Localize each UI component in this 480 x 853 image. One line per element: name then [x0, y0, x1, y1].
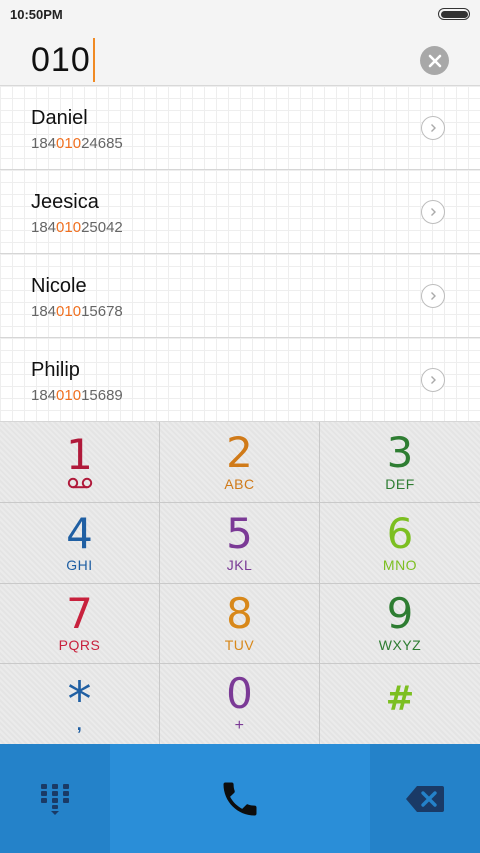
contact-number: 18401015678: [31, 303, 123, 320]
key-2[interactable]: 2 ABC: [160, 422, 320, 503]
dial-input-bar: 010: [0, 28, 480, 86]
key-9[interactable]: 9 WXYZ: [320, 584, 480, 664]
key-digit: 7: [66, 589, 93, 638]
call-button[interactable]: [110, 744, 370, 853]
dialer-action-bar: [0, 744, 480, 853]
key-letters: TUV: [224, 637, 255, 653]
key-4[interactable]: 4 GHI: [0, 503, 160, 584]
contact-detail-button[interactable]: [421, 200, 445, 224]
key-digit: 8: [226, 589, 253, 638]
toggle-dialpad-button[interactable]: [0, 744, 110, 853]
contact-detail-button[interactable]: [421, 116, 445, 140]
key-digit: 0: [226, 668, 253, 718]
key-letters: WXYZ: [378, 637, 422, 653]
key-letters: GHI: [66, 556, 93, 573]
key-hash[interactable]: #: [320, 664, 480, 744]
key-letters: ABC: [224, 475, 255, 492]
contact-row[interactable]: Jeesica 18401025042: [0, 170, 480, 254]
key-1[interactable]: 1: [0, 422, 160, 503]
contact-detail-button[interactable]: [421, 368, 445, 392]
clear-input-button[interactable]: [420, 46, 449, 75]
chevron-right-icon: [431, 376, 436, 384]
key-7[interactable]: 7 PQRS: [0, 584, 160, 664]
chevron-right-icon: [431, 292, 436, 300]
dialpad-collapse-icon: [41, 783, 69, 815]
key-0[interactable]: 0 +: [160, 664, 320, 744]
contact-name: Daniel: [31, 107, 88, 129]
key-letters: +: [234, 716, 245, 734]
contact-number: 18401024685: [31, 135, 123, 152]
dial-number-text: 010: [31, 40, 91, 79]
status-bar: 10:50PM: [0, 0, 480, 28]
backspace-icon: [406, 785, 444, 812]
key-digit: 9: [386, 589, 414, 638]
contact-name: Philip: [31, 359, 80, 381]
contact-detail-button[interactable]: [421, 284, 445, 308]
dial-number-field[interactable]: 010: [31, 38, 95, 82]
key-5[interactable]: 5 JKL: [160, 503, 320, 584]
contact-row[interactable]: Nicole 18401015678: [0, 254, 480, 338]
dial-keypad: 1 2 ABC 3 DEF 4 GHI 5 JKL 6 MNO 7 PQRS 8…: [0, 422, 480, 744]
chevron-right-icon: [431, 124, 436, 132]
key-digit: 6: [386, 508, 414, 558]
status-time: 10:50PM: [10, 6, 63, 22]
key-8[interactable]: 8 TUV: [160, 584, 320, 664]
contact-suggestion-list: Daniel 18401024685 Jeesica 18401025042 N…: [0, 86, 480, 422]
key-letters: ,: [76, 713, 83, 734]
key-star[interactable]: * ,: [0, 664, 160, 744]
text-caret: [92, 38, 95, 82]
key-digit: *: [67, 671, 92, 728]
contact-row[interactable]: Philip 18401015689: [0, 338, 480, 422]
chevron-right-icon: [431, 208, 436, 216]
key-letters: DEF: [385, 475, 415, 492]
contact-row[interactable]: Daniel 18401024685: [0, 86, 480, 170]
contact-name: Jeesica: [31, 191, 99, 213]
key-letters: MNO: [382, 556, 418, 573]
close-icon: [428, 54, 441, 67]
voicemail-icon: [67, 477, 92, 489]
key-6[interactable]: 6 MNO: [320, 503, 480, 584]
key-digit: 3: [386, 427, 414, 477]
phone-icon: [223, 782, 257, 815]
key-digit: 2: [226, 427, 253, 477]
key-letters: PQRS: [58, 637, 101, 653]
key-digit: #: [385, 679, 415, 719]
battery-icon: [438, 8, 470, 20]
key-digit: 4: [66, 508, 93, 558]
contact-number: 18401015689: [31, 387, 123, 404]
contact-name: Nicole: [31, 275, 87, 297]
key-digit: 5: [226, 508, 253, 558]
backspace-button[interactable]: [370, 744, 480, 853]
key-letters: JKL: [226, 556, 253, 573]
key-3[interactable]: 3 DEF: [320, 422, 480, 503]
key-digit: 1: [66, 430, 93, 479]
contact-number: 18401025042: [31, 219, 123, 236]
